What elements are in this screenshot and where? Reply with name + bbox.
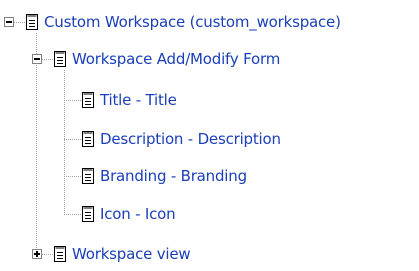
tree-node-label-icon[interactable]: Icon - Icon [100,205,176,223]
tree-node-label-title[interactable]: Title - Title [100,91,177,109]
view-expand-toggle[interactable] [32,249,42,259]
tree-node-label-root[interactable]: Custom Workspace (custom_workspace) [44,13,341,31]
tree-node-label-form[interactable]: Workspace Add/Modify Form [72,50,280,68]
document-icon [26,14,38,30]
root-collapse-toggle[interactable] [4,17,14,27]
workspace-tree: Custom Workspace (custom_workspace) Work… [0,0,419,271]
form-collapse-toggle[interactable] [32,54,42,64]
tree-node-label-description[interactable]: Description - Description [100,130,281,148]
document-icon [82,206,94,222]
document-icon [54,51,66,67]
document-icon [82,131,94,147]
tree-node-label-view[interactable]: Workspace view [72,245,191,263]
document-icon [82,168,94,184]
document-icon [82,92,94,108]
document-icon [54,246,66,262]
tree-node-label-branding[interactable]: Branding - Branding [100,167,247,185]
